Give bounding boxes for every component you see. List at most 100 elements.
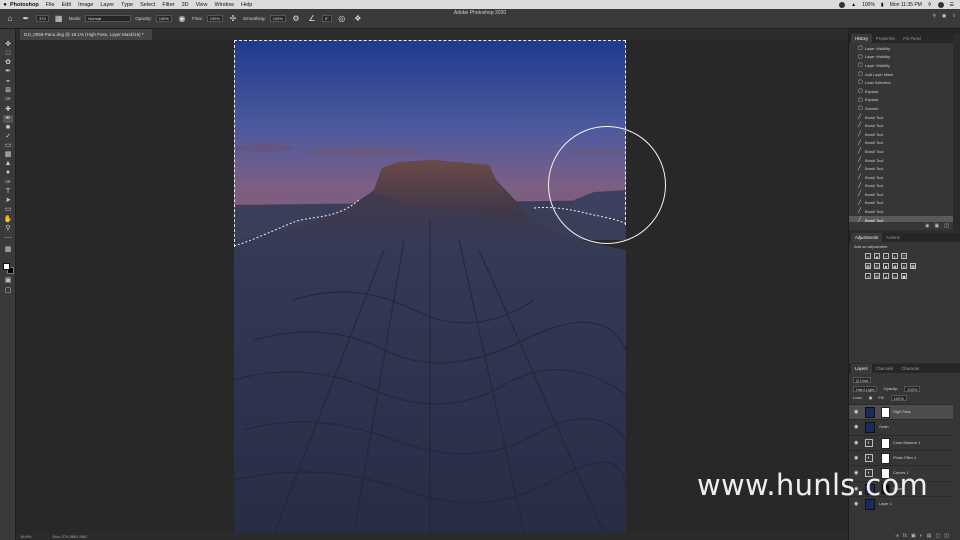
eye-icon[interactable]: ◉	[854, 424, 858, 430]
tab-channels[interactable]: Channels	[872, 364, 898, 373]
opacity-field[interactable]: 100%	[155, 15, 172, 22]
quick-select-tool-icon[interactable]: ✒	[3, 68, 13, 76]
workspace-icon[interactable]: ▣	[942, 13, 946, 19]
frame-tool-icon[interactable]: ⊠	[3, 87, 13, 95]
history-brush-tool-icon[interactable]: ✓	[3, 133, 13, 141]
battery-icon[interactable]: ▮	[881, 2, 884, 8]
color-lookup-icon[interactable]: ▩	[910, 263, 916, 269]
history-item[interactable]: ╱ Brush Tool	[849, 190, 953, 199]
status-app-icon[interactable]	[839, 1, 846, 8]
layer-style-icon[interactable]: fx	[903, 532, 907, 540]
history-item[interactable]: ╱ Brush Tool	[849, 182, 953, 191]
menu-view[interactable]: View	[196, 2, 208, 8]
menu-image[interactable]: Image	[78, 2, 93, 8]
menu-file[interactable]: File	[46, 2, 55, 8]
new-group-icon[interactable]: ▤	[927, 532, 932, 540]
exposure-icon[interactable]: ◐	[892, 253, 898, 259]
brightness-contrast-icon[interactable]: ☼	[865, 253, 871, 259]
menu-clock[interactable]: Mon 11:35 PM	[890, 2, 922, 8]
menu-select[interactable]: Select	[140, 2, 155, 8]
zoom-level[interactable]: 16.9%	[20, 534, 31, 539]
layer-mask-thumbnail[interactable]	[881, 452, 890, 464]
pen-tool-icon[interactable]: ✑	[3, 179, 13, 187]
quick-mask-icon[interactable]: ▣	[3, 277, 13, 285]
history-item[interactable]: ╱ Brush Tool	[849, 199, 953, 208]
new-adjustment-icon[interactable]: ◐	[920, 532, 923, 540]
symmetry-icon[interactable]: ❖	[352, 13, 364, 25]
document-size[interactable]: Doc: 274.9M/1.06G	[52, 534, 87, 539]
layer-row[interactable]: ◉ ◐ Color Balance 1	[849, 434, 953, 450]
tab-history[interactable]: History	[851, 34, 873, 43]
history-item[interactable]: ▢ Expand	[849, 87, 953, 96]
tab-adjustments[interactable]: Adjustments	[851, 233, 883, 242]
document-tab[interactable]: DJI_0055-Pano.dng @ 19.1% (High Pass, La…	[20, 29, 152, 40]
history-item[interactable]: ╱ Brush Tool	[849, 139, 953, 148]
channel-mixer-icon[interactable]: ●	[901, 263, 907, 269]
tab-properties[interactable]: Properties	[872, 34, 899, 43]
delete-layer-icon[interactable]: ◫	[944, 532, 949, 540]
eye-icon[interactable]: ◉	[854, 455, 858, 461]
gradient-tool-icon[interactable]: ▩	[3, 151, 13, 159]
apple-menu-icon[interactable]: ●	[0, 2, 10, 8]
layer-filter-kind[interactable]: Q Kind	[853, 376, 872, 383]
layer-row[interactable]: ◉ High Pass	[849, 404, 953, 419]
brush-preset-icon[interactable]: ✒	[20, 13, 32, 25]
zoom-tool-icon[interactable]: ⚲	[3, 225, 13, 233]
mode-select[interactable]: Normal	[85, 15, 132, 22]
layer-opacity-field[interactable]: 100%	[904, 385, 921, 392]
hand-tool-icon[interactable]: ✋	[3, 216, 13, 224]
brush-settings-icon[interactable]: ▦	[53, 13, 65, 25]
history-item[interactable]: ▢ Layer Visibility	[849, 44, 953, 53]
tab-pin-panel[interactable]: Pin Panel	[899, 34, 925, 43]
add-mask-icon[interactable]: ▣	[911, 532, 916, 540]
pressure-size-icon[interactable]: ◎	[336, 13, 348, 25]
history-item[interactable]: ╱ Brush Tool	[849, 113, 953, 122]
foreground-color-swatch[interactable]	[3, 263, 10, 270]
posterize-icon[interactable]: ▤	[874, 273, 880, 279]
eyedropper-tool-icon[interactable]: ✑	[3, 96, 13, 104]
lasso-tool-icon[interactable]: ✿	[3, 59, 13, 67]
layer-mask-thumbnail[interactable]	[881, 437, 890, 449]
angle-field[interactable]: 0°	[321, 15, 332, 22]
smoothing-field[interactable]: 100%	[269, 15, 286, 22]
user-avatar[interactable]	[937, 1, 944, 8]
menu-3d[interactable]: 3D	[182, 2, 189, 8]
color-balance-icon[interactable]: ⚖	[874, 263, 880, 269]
tab-layers[interactable]: Layers	[851, 364, 872, 373]
marquee-tool-icon[interactable]: □	[3, 50, 13, 58]
default-colors-icon[interactable]: ▦	[3, 246, 13, 254]
home-icon[interactable]: ⌂	[4, 13, 16, 25]
history-item[interactable]: ╱ Brush Tool	[849, 147, 953, 156]
eye-icon[interactable]: ◉	[854, 409, 858, 415]
levels-icon[interactable]: ▲	[874, 253, 880, 259]
menu-help[interactable]: Help	[241, 2, 252, 8]
fill-field[interactable]: 100%	[890, 394, 907, 401]
stamp-tool-icon[interactable]: ■	[3, 124, 13, 132]
spotlight-icon[interactable]: ⚲	[928, 2, 932, 8]
smoothing-options-gear-icon[interactable]: ⚙	[290, 13, 302, 25]
eraser-tool-icon[interactable]: ▭	[3, 142, 13, 150]
tab-actions[interactable]: Actions	[882, 233, 904, 242]
history-item[interactable]: ╱ Brush Tool	[849, 130, 953, 139]
flow-field[interactable]: 100%	[206, 15, 223, 22]
search-icon[interactable]: ⚲	[933, 13, 936, 19]
path-select-tool-icon[interactable]: ➤	[3, 197, 13, 205]
history-item[interactable]: ▢ Add Layer Mask	[849, 70, 953, 79]
layer-row[interactable]: ◉ ◐ Photo Filter 1	[849, 449, 953, 465]
menu-app-photoshop[interactable]: Photoshop	[10, 2, 39, 8]
new-layer-icon[interactable]: ▢	[936, 532, 941, 540]
menu-type[interactable]: Type	[121, 2, 133, 8]
lock-icon[interactable]: ▣	[869, 395, 873, 400]
share-icon[interactable]: ⇧	[952, 13, 956, 19]
blur-tool-icon[interactable]: ▲	[3, 160, 13, 168]
dodge-tool-icon[interactable]: ●	[3, 169, 13, 177]
notification-center-icon[interactable]: ☰	[950, 2, 954, 8]
new-snapshot-icon[interactable]: ◉	[925, 222, 929, 230]
history-item[interactable]: ▢ Smooth	[849, 104, 953, 113]
history-scrollbar[interactable]	[953, 43, 960, 230]
wifi-icon[interactable]: ▲	[851, 2, 856, 8]
selective-color-icon[interactable]: ▣	[901, 273, 907, 279]
history-item[interactable]: ▢ Layer Visibility	[849, 53, 953, 62]
move-tool-icon[interactable]: ✥	[3, 41, 13, 49]
vibrance-icon[interactable]: ▽	[901, 253, 907, 259]
